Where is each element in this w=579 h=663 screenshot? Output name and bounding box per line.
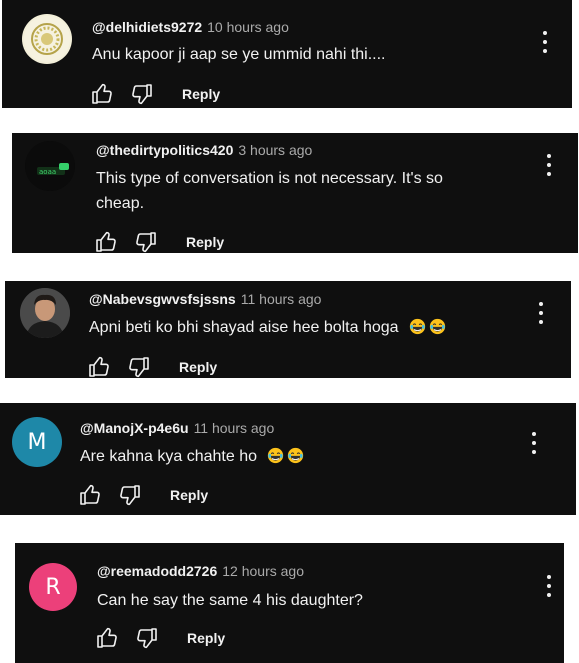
comment-card: aoaa @thedirtypolitics420 3 hours ago Thi… [12, 133, 578, 253]
comment-card: R @reemadodd2726 12 hours ago Can he say … [15, 543, 564, 663]
comment-card: M @ManojX-p4e6u 11 hours ago Are kahna ky… [0, 403, 576, 515]
comment-meta: @reemadodd2726 12 hours ago [97, 563, 304, 579]
author-handle[interactable]: @ManojX-p4e6u [80, 420, 189, 436]
comment-text: Are kahna kya chahte ho [80, 444, 304, 469]
avatar[interactable] [20, 288, 70, 338]
more-vert-icon[interactable] [546, 154, 552, 176]
avatar-logo-icon: aoaa [25, 141, 75, 191]
avatar[interactable]: M [12, 417, 62, 467]
avatar-letter: M [27, 429, 47, 455]
comment-text-line: This type of conversation is not necessa… [96, 170, 443, 187]
comment-text-body: Apni beti ko bhi shayad aise hee bolta h… [89, 319, 399, 336]
comment-meta: @Nabevsgwvsfsjssns 11 hours ago [89, 291, 321, 307]
comment-actions: Reply [94, 230, 224, 254]
thumbs-up-icon[interactable] [90, 82, 114, 106]
thumbs-up-icon[interactable] [87, 355, 111, 379]
comment-actions: Reply [87, 355, 217, 379]
more-vert-icon[interactable] [546, 575, 552, 597]
comment-meta: @delhidiets9272 10 hours ago [92, 19, 289, 35]
reply-button[interactable]: Reply [182, 86, 220, 102]
timestamp[interactable]: 11 hours ago [194, 420, 275, 436]
comment-text: This type of conversation is not necessa… [96, 166, 443, 216]
laughing-face-emoji-icon [429, 318, 446, 335]
timestamp[interactable]: 12 hours ago [222, 563, 304, 579]
reply-button[interactable]: Reply [170, 487, 208, 503]
author-handle[interactable]: @delhidiets9272 [92, 19, 202, 35]
thumbs-up-icon[interactable] [95, 626, 119, 650]
more-vert-icon[interactable] [531, 432, 537, 454]
comment-actions: Reply [78, 483, 208, 507]
author-handle[interactable]: @Nabevsgwvsfsjssns [89, 291, 236, 307]
comment-actions: Reply [95, 626, 225, 650]
comment-text-line: cheap. [96, 195, 145, 212]
avatar-letter: R [45, 574, 61, 600]
laughing-face-emoji-icon [287, 447, 304, 464]
reply-button[interactable]: Reply [186, 234, 224, 250]
thumbs-down-icon[interactable] [127, 355, 151, 379]
avatar[interactable] [22, 14, 72, 64]
comment-actions: Reply [90, 82, 220, 106]
timestamp[interactable]: 10 hours ago [207, 19, 289, 35]
comment-meta: @ManojX-p4e6u 11 hours ago [80, 420, 274, 436]
avatar[interactable]: R [29, 563, 77, 611]
thumbs-down-icon[interactable] [130, 82, 154, 106]
thumbs-down-icon[interactable] [135, 626, 159, 650]
reply-button[interactable]: Reply [179, 359, 217, 375]
thumbs-down-icon[interactable] [134, 230, 158, 254]
avatar[interactable]: aoaa [25, 141, 75, 191]
laughing-face-emoji-icon [409, 318, 426, 335]
avatar-photo-icon [20, 288, 70, 338]
comment-card: @Nabevsgwvsfsjssns 11 hours ago Apni beti… [5, 281, 571, 378]
avatar-logo-icon [24, 16, 70, 62]
author-handle[interactable]: @reemadodd2726 [97, 563, 217, 579]
comment-card: @delhidiets9272 10 hours ago Anu kapoor j… [2, 0, 572, 108]
comment-text: Can he say the same 4 his daughter? [97, 592, 363, 609]
reply-button[interactable]: Reply [187, 630, 225, 646]
timestamp[interactable]: 3 hours ago [238, 142, 312, 158]
comment-text-body: Are kahna kya chahte ho [80, 448, 258, 465]
more-vert-icon[interactable] [538, 302, 544, 324]
comment-text: Apni beti ko bhi shayad aise hee bolta h… [89, 315, 446, 340]
comment-meta: @thedirtypolitics420 3 hours ago [96, 142, 312, 158]
timestamp[interactable]: 11 hours ago [241, 291, 322, 307]
author-handle[interactable]: @thedirtypolitics420 [96, 142, 233, 158]
laughing-face-emoji-icon [267, 447, 284, 464]
thumbs-down-icon[interactable] [118, 483, 142, 507]
thumbs-up-icon[interactable] [94, 230, 118, 254]
more-vert-icon[interactable] [542, 31, 548, 53]
svg-text:aoaa: aoaa [39, 168, 56, 176]
thumbs-up-icon[interactable] [78, 483, 102, 507]
comment-text: Anu kapoor ji aap se ye ummid nahi thi..… [92, 46, 386, 63]
